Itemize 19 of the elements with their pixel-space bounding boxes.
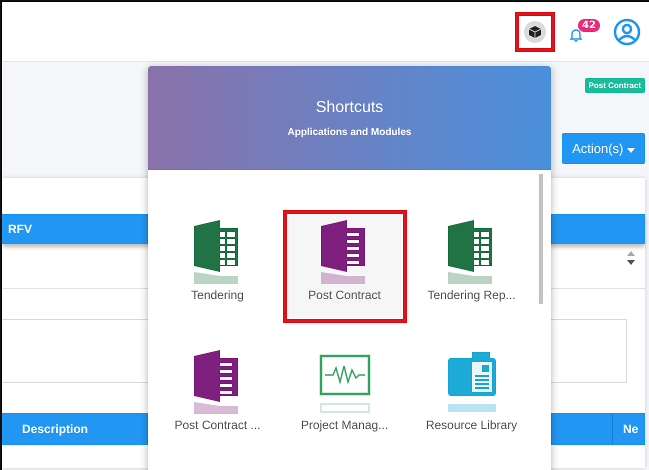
panel-subtitle: Applications and Modules [288,126,412,138]
panel-title: Shortcuts [316,98,384,116]
shortcut-item[interactable]: Tendering [156,210,280,323]
shortcut-item[interactable]: Tendering Rep... [410,210,534,323]
apps-button[interactable] [515,12,555,52]
spinner-arrows-icon[interactable] [627,250,635,266]
column-header: RFV [8,222,32,236]
user-avatar-icon[interactable] [613,18,641,46]
column-header: Description [22,422,88,436]
shortcut-item[interactable]: Project Manag... [282,340,406,453]
shortcut-item[interactable]: Post Contract [282,210,406,323]
shortcut-item[interactable]: Post Contract ... [156,340,280,453]
cube-icon [529,26,541,38]
notification-count: 42 [578,18,600,32]
bell-icon[interactable] [569,26,583,42]
status-badge: Post Contract [584,78,645,93]
column-header: Ne [612,414,645,444]
caret-icon [627,148,635,153]
shortcut-item[interactable]: Resource Library [410,340,534,453]
